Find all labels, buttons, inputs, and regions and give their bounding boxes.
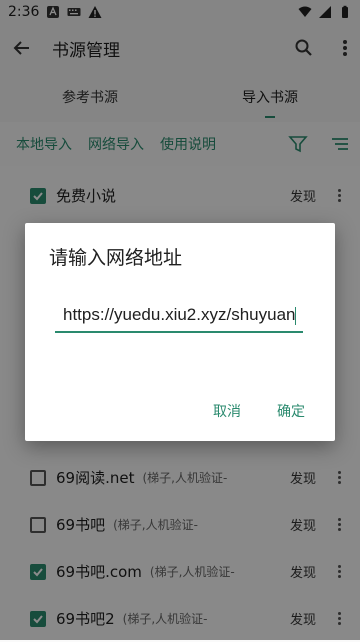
dialog-title: 请输入网络地址	[49, 247, 183, 269]
text-caret	[295, 306, 297, 325]
network-address-dialog: 请输入网络地址 https://yuedu.xiu2.xyz/shuyuan 取…	[25, 223, 335, 441]
cancel-button[interactable]: 取消	[213, 401, 241, 421]
url-input[interactable]: https://yuedu.xiu2.xyz/shuyuan	[55, 303, 303, 333]
url-input-value: https://yuedu.xiu2.xyz/shuyuan	[63, 305, 296, 324]
confirm-button[interactable]: 确定	[277, 401, 305, 421]
